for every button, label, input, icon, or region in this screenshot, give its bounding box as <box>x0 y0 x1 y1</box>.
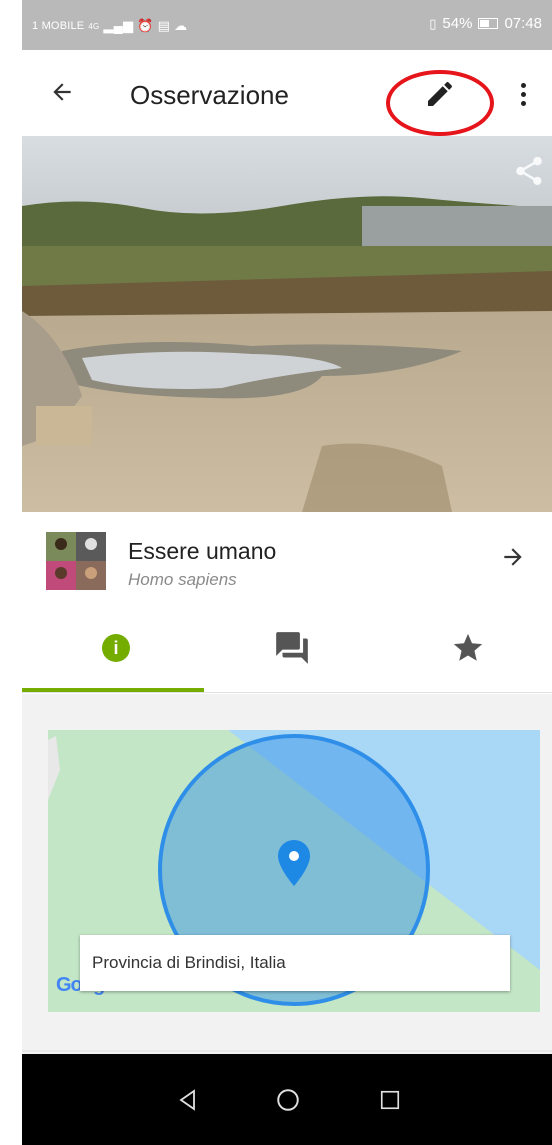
vibrate-icon: ▯ <box>429 15 437 31</box>
comments-icon <box>276 632 308 664</box>
tab-comments[interactable] <box>204 606 380 690</box>
star-icon <box>453 633 483 661</box>
clock: 07:48 <box>504 15 542 32</box>
tab-favorites[interactable] <box>380 606 552 690</box>
more-options-button[interactable] <box>508 72 538 116</box>
back-arrow-icon[interactable] <box>42 72 82 112</box>
status-bar: 1 MOBILE 4G ▂▄▆ ⏰ ▤ ☁ ▯ 54% 07:48 <box>22 0 552 50</box>
tab-info[interactable]: i <box>28 606 204 690</box>
nav-home-icon <box>277 1089 299 1111</box>
carrier-label: 1 MOBILE <box>32 20 85 32</box>
taxon-common-name: Essere umano <box>128 538 277 564</box>
taxon-thumbnail <box>46 532 106 590</box>
menu-dot <box>520 82 526 88</box>
cloud-icon: ☁ <box>174 18 188 33</box>
signal-icon: ▂▄▆ <box>103 18 134 33</box>
nav-back-button[interactable] <box>166 1078 210 1122</box>
location-map[interactable]: Google Provincia di Brindisi, Italia <box>48 730 540 1012</box>
content-divider <box>22 1050 552 1052</box>
battery-percent: 54% <box>442 15 473 32</box>
status-right: ▯ 54% 07:48 <box>429 15 542 32</box>
taxon-scientific-name: Homo sapiens <box>128 570 237 589</box>
share-button[interactable] <box>512 154 546 188</box>
message-icon: ▤ <box>157 18 171 33</box>
screen-edge <box>0 0 22 1145</box>
taxon-row[interactable]: Essere umano Homo sapiens <box>22 512 552 607</box>
nav-recents-button[interactable] <box>368 1078 412 1122</box>
alarm-icon: ⏰ <box>137 18 154 33</box>
arrow-right-icon[interactable] <box>500 544 526 577</box>
battery-icon <box>478 18 499 29</box>
highlight-circle <box>386 70 494 136</box>
tab-bar: i <box>22 606 552 694</box>
status-left: 1 MOBILE 4G ▂▄▆ ⏰ ▤ ☁ <box>32 18 187 34</box>
observation-photo[interactable] <box>22 136 552 512</box>
nav-back-icon <box>179 1089 195 1111</box>
tabs-divider <box>22 692 552 693</box>
map-place-label: Provincia di Brindisi, Italia <box>80 935 510 991</box>
share-icon <box>516 156 542 186</box>
nav-recents-icon <box>380 1090 400 1110</box>
nav-home-button[interactable] <box>266 1078 310 1122</box>
page-title: Osservazione <box>130 80 289 110</box>
phone-screen: 1 MOBILE 4G ▂▄▆ ⏰ ▤ ☁ ▯ 54% 07:48 Osserv… <box>22 0 552 1145</box>
menu-dot <box>520 91 526 97</box>
network-type: 4G <box>88 21 100 31</box>
app-bar: Osservazione <box>22 50 552 136</box>
system-nav-bar <box>22 1054 552 1145</box>
info-icon: i <box>102 634 130 662</box>
menu-dot <box>520 100 526 106</box>
details-panel: Google Provincia di Brindisi, Italia <box>22 694 552 1054</box>
